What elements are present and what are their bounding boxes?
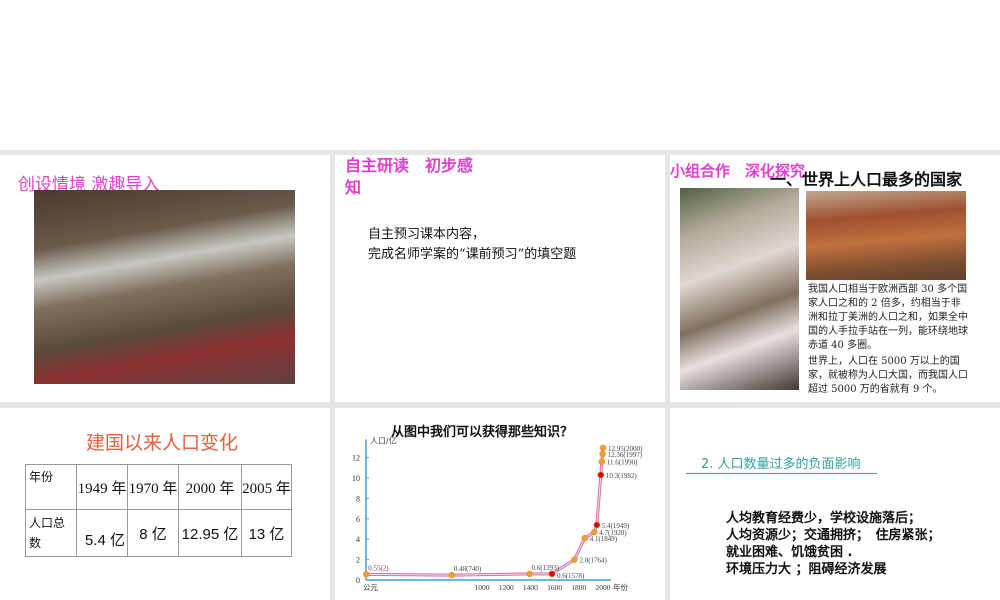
data-point bbox=[548, 570, 556, 578]
data-point bbox=[598, 458, 606, 465]
x-tick-label: 1800 bbox=[571, 583, 586, 592]
slide-thumbnail-1[interactable]: 创设情境 激趣导入 bbox=[0, 155, 330, 402]
population-line-chart: 人口/亿 0 2 4 6 8 10 12 公元 1000 1200 1400 1600 1800 2000 年… bbox=[352, 435, 643, 592]
y-tick-label: 6 bbox=[356, 515, 360, 524]
slide-thumbnail-6[interactable]: 2. 人口数量过多的负面影响 人均教育经费少，学校设施落后； 人均资源少；交通拥… bbox=[670, 408, 1000, 600]
bicycle-crowd-photo bbox=[680, 188, 799, 390]
x-tick-label: 1600 bbox=[547, 583, 562, 592]
slide-thumbnail-4[interactable]: 建国以来人口变化 年份 1949 年 1970 年 2000 年 2005 年 … bbox=[0, 408, 330, 600]
slide-title: 自主研读 初步感 知 bbox=[345, 155, 473, 199]
x-tick-label: 1000 bbox=[475, 583, 490, 592]
data-point bbox=[571, 556, 578, 563]
body-line-2: 完成名师学案的“课前预习”的填空题 bbox=[368, 247, 577, 262]
slide-thumbnail-5[interactable]: 从图中我们可以获得那些知识？ 人口/亿 0 2 4 6 8 10 12 公元 1000 1200 14… bbox=[335, 408, 665, 600]
row-header-year: 年份 bbox=[25, 464, 77, 510]
year-cell: 1970 年 bbox=[127, 464, 179, 510]
data-label: 0.55(2) bbox=[368, 564, 389, 572]
slide-title: 一、世界上人口最多的国家 bbox=[770, 170, 963, 189]
x-tick-label: 1400 bbox=[523, 583, 538, 592]
row-header-population: 人口总数 bbox=[25, 509, 77, 557]
section-heading: 2. 人口数量过多的负面影响 bbox=[686, 453, 877, 474]
x-tick-label: 2000 bbox=[596, 583, 611, 592]
year-cell: 2000 年 bbox=[178, 464, 242, 510]
y-tick-label: 8 bbox=[356, 494, 360, 503]
impact-line: 环境压力大 ；阻碍经济发展 bbox=[726, 562, 887, 577]
y-tick-label: 4 bbox=[356, 535, 360, 544]
data-label: 11.6(1990) bbox=[607, 459, 638, 467]
x-axis-label: 年份 bbox=[613, 582, 628, 592]
paragraph-2: 世界上，人口在 5000 万以上的国家，就被称为人口大国，而我国人口超过 500… bbox=[808, 356, 968, 395]
y-tick-label: 10 bbox=[352, 474, 360, 483]
data-label: 5.4(1949) bbox=[602, 522, 630, 530]
y-tick-label: 2 bbox=[356, 556, 360, 565]
x-tick-label: 公元 bbox=[363, 583, 378, 592]
paragraph-1: 我国人口相当于欧洲西部 30 多个国家人口之和的 2 倍多，约相当于非洲和拉丁美… bbox=[808, 284, 968, 351]
data-point bbox=[581, 534, 588, 542]
series-line bbox=[366, 447, 605, 577]
x-tick-label: 1200 bbox=[499, 583, 514, 592]
data-point bbox=[599, 444, 607, 452]
data-label: 4.7(1928) bbox=[599, 529, 627, 537]
value-cell: 5.4 亿 bbox=[76, 509, 128, 557]
value-cell: 12.95 亿 bbox=[178, 509, 242, 557]
title-line-1: 自主研读 初步感 bbox=[345, 156, 474, 175]
year-cell: 2005 年 bbox=[241, 464, 292, 510]
data-label: 2.0(1764) bbox=[579, 557, 607, 565]
title-line-2: 知 bbox=[345, 178, 362, 197]
beach-crowd-photo bbox=[806, 191, 966, 280]
impact-list: 人均教育经费少，学校设施落后； 人均资源少；交通拥挤； 住房紧张； 就业困难、饥… bbox=[726, 510, 941, 578]
data-label: 0.6(1393) bbox=[532, 564, 560, 572]
data-point bbox=[599, 450, 606, 458]
body-line-1: 自主预习课本内容， bbox=[368, 227, 486, 242]
impact-line: 人均资源少；交通拥挤； 住房紧张； bbox=[726, 528, 941, 543]
slide-title: 建国以来人口变化 bbox=[86, 432, 239, 454]
data-point bbox=[591, 528, 598, 536]
data-label: 10.3(1982) bbox=[606, 472, 638, 480]
data-label: 0.6(1578) bbox=[557, 572, 585, 580]
value-cell: 13 亿 bbox=[241, 509, 292, 557]
data-point bbox=[597, 471, 605, 479]
value-cell: 8 亿 bbox=[127, 509, 179, 557]
slide-thumbnail-2[interactable]: 自主研读 初步感 知 自主预习课本内容， 完成名师学案的“课前预习”的填空题 bbox=[335, 155, 665, 402]
y-tick-label: 0 bbox=[356, 576, 360, 585]
data-label: 12.95(2000) bbox=[608, 445, 643, 453]
slide-body: 自主预习课本内容， 完成名师学案的“课前预习”的填空题 bbox=[368, 225, 576, 265]
y-axis-label: 人口/亿 bbox=[370, 435, 397, 445]
data-point bbox=[593, 521, 601, 529]
impact-line: 就业困难、饥饿贫困 . bbox=[726, 545, 853, 560]
data-label: 0.48(740) bbox=[454, 565, 482, 573]
y-tick-label: 12 bbox=[352, 454, 360, 463]
slide-thumbnail-3[interactable]: 小组合作 深化探究 一、世界上人口最多的国家 我国人口相当于欧洲西部 30 多个… bbox=[670, 155, 1000, 402]
year-cell: 1949 年 bbox=[76, 464, 128, 510]
series-line-highlight bbox=[366, 447, 604, 576]
impact-line: 人均教育经费少，学校设施落后； bbox=[726, 511, 922, 526]
canyon-crowd-photo bbox=[34, 190, 295, 384]
population-table: 年份 1949 年 1970 年 2000 年 2005 年 人口总数 5.4 … bbox=[25, 464, 292, 557]
